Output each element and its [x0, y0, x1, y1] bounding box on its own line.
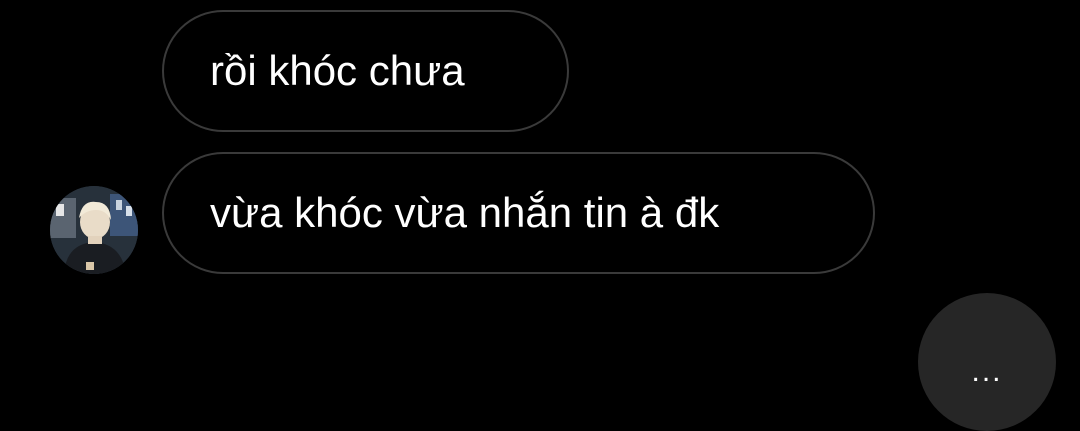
typing-dots-icon: ... — [971, 355, 1003, 388]
profile-picture-icon — [50, 186, 138, 274]
message-text: vừa khóc vừa nhắn tin à đk — [210, 189, 720, 236]
avatar[interactable] — [50, 186, 138, 274]
message-text: rồi khóc chưa — [210, 47, 465, 94]
typing-indicator: ... — [918, 293, 1056, 431]
message-bubble[interactable]: rồi khóc chưa — [162, 10, 569, 132]
message-bubble[interactable]: vừa khóc vừa nhắn tin à đk — [162, 152, 875, 274]
